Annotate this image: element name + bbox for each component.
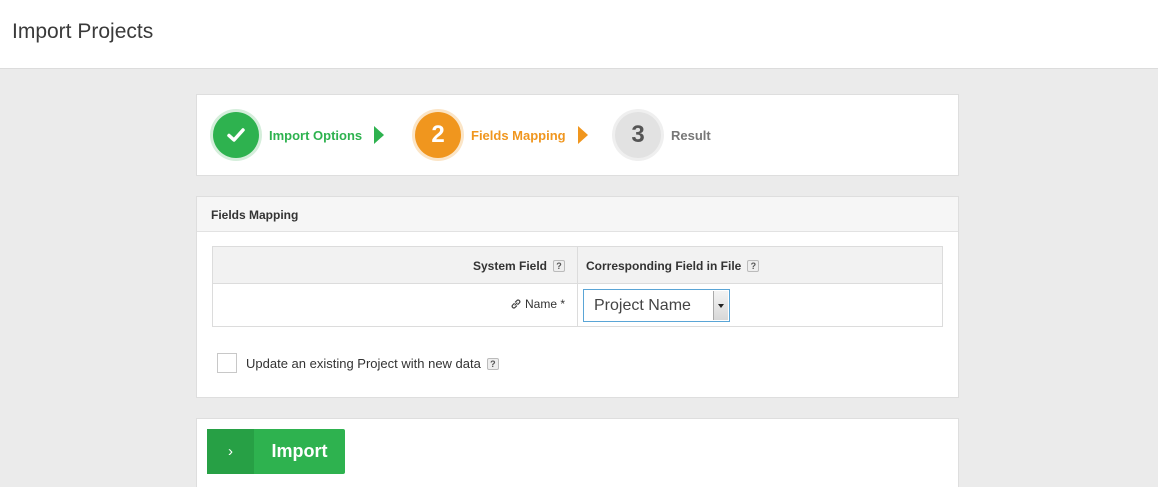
field-label: Name *	[524, 297, 565, 311]
step-number: 2	[415, 112, 461, 158]
help-icon[interactable]: ?	[747, 260, 760, 272]
file-field-select[interactable]: Project Name	[583, 289, 730, 322]
checkbox-label: Update an existing Project with new data	[246, 356, 481, 371]
import-button-label: Import	[271, 441, 328, 461]
fields-mapping-panel: Fields Mapping System Field ? Correspond…	[196, 196, 959, 398]
chevron-right-icon: ›	[207, 429, 254, 474]
help-icon[interactable]: ?	[553, 260, 565, 272]
column-header-label: Corresponding Field in File	[586, 259, 742, 273]
help-icon[interactable]: ?	[486, 357, 499, 370]
system-field-name: Name *	[510, 297, 565, 311]
step-number: 3	[615, 112, 661, 158]
column-header-system-field: System Field ?	[473, 259, 565, 273]
mapping-table: System Field ? Corresponding Field in Fi…	[212, 246, 943, 327]
dropdown-button[interactable]	[713, 291, 728, 320]
update-existing-label: Update an existing Project with new data…	[246, 356, 499, 371]
caret-down-icon	[718, 303, 724, 308]
arrow-right-icon	[577, 126, 588, 144]
step-label: Result	[671, 127, 711, 143]
step-import-options[interactable]: Import Options	[213, 111, 385, 159]
select-value: Project Name	[594, 297, 691, 314]
wizard-steps: Import Options 2 Fields Mapping 3 Result	[196, 94, 959, 176]
step-label: Import Options	[269, 127, 363, 143]
actions-panel: › Import	[196, 418, 959, 487]
page-title: Import Projects	[12, 20, 154, 43]
check-icon	[213, 112, 259, 158]
panel-title: Fields Mapping	[211, 208, 299, 222]
column-header-label: System Field	[472, 259, 547, 273]
arrow-right-icon	[374, 126, 385, 144]
update-existing-checkbox[interactable]	[217, 353, 237, 373]
panel-header: Fields Mapping	[197, 197, 958, 232]
top-bar: Import Projects	[0, 0, 1158, 69]
link-icon	[511, 299, 521, 309]
import-button[interactable]: › Import	[207, 429, 345, 474]
step-fields-mapping[interactable]: 2 Fields Mapping	[415, 111, 588, 159]
column-header-file-field: Corresponding Field in File ?	[586, 259, 760, 273]
step-result[interactable]: 3 Result	[615, 111, 711, 159]
step-label: Fields Mapping	[471, 127, 566, 143]
column-divider	[577, 247, 578, 326]
